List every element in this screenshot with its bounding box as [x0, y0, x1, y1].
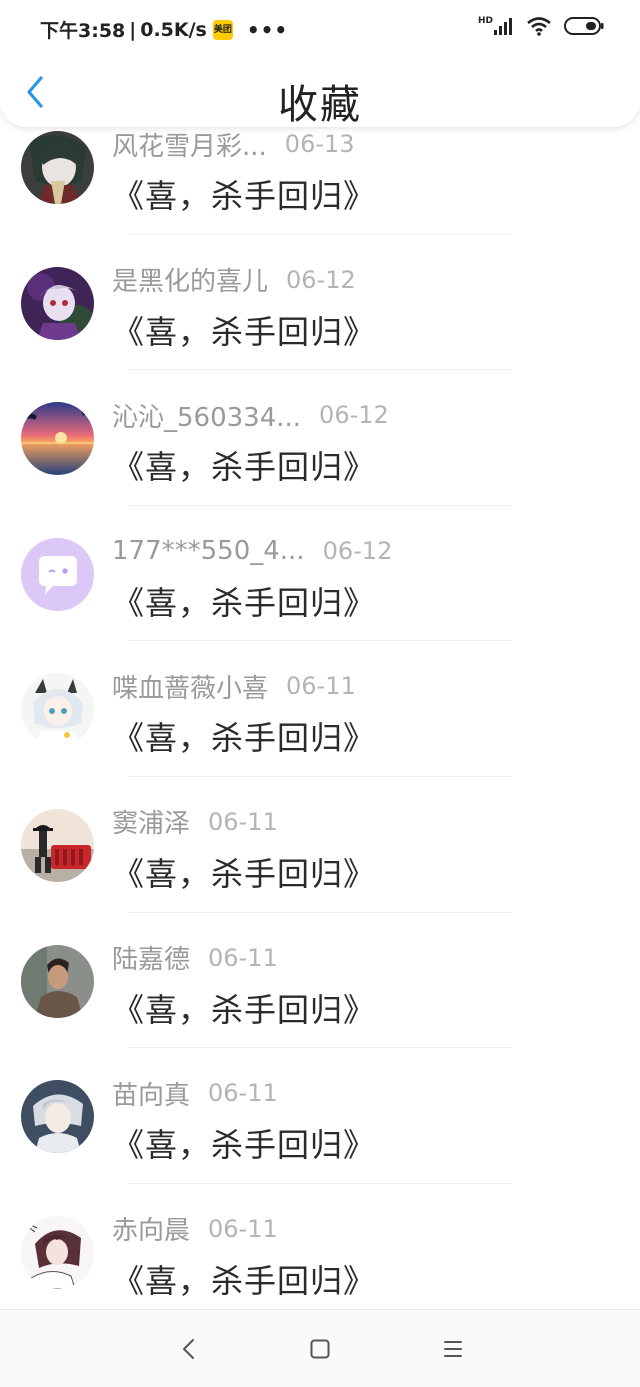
item-title[interactable]: 《喜，杀手回归》: [112, 713, 376, 759]
status-separator: |: [129, 18, 137, 41]
item-title[interactable]: 《喜，杀手回归》: [112, 985, 376, 1031]
user-name[interactable]: 赤向晨: [112, 1210, 190, 1247]
item-title[interactable]: 《喜，杀手回归》: [112, 578, 376, 624]
user-name[interactable]: 窦浦泽: [112, 803, 190, 840]
default-chat-avatar-icon: [21, 537, 94, 611]
avatar[interactable]: [21, 266, 94, 340]
item-meta: 窦浦泽 06-11: [112, 803, 278, 840]
list-item[interactable]: 赤向晨 06-11 《喜，杀手回归》: [0, 1184, 640, 1320]
user-name[interactable]: 风花雪月彩...: [112, 126, 267, 163]
avatar[interactable]: [21, 1215, 94, 1289]
item-date: 06-13: [284, 130, 355, 158]
list-item[interactable]: 窦浦泽 06-11 《喜，杀手回归》: [0, 777, 640, 913]
wifi-icon: [527, 17, 551, 36]
user-name[interactable]: 喋血蔷薇小喜: [112, 668, 268, 705]
bottom-nav: [0, 1309, 640, 1387]
user-name[interactable]: 陆嘉德: [112, 939, 190, 976]
item-date: 06-12: [286, 265, 356, 294]
item-date: 06-11: [208, 1079, 278, 1108]
item-meta: 喋血蔷薇小喜 06-11: [112, 668, 356, 705]
avatar[interactable]: [21, 131, 94, 204]
favorites-screen: 风花雪月彩... 06-13 《喜，杀手回归》 是黑化的喜儿 06-12 《喜，…: [0, 0, 640, 1387]
item-date: 06-11: [286, 672, 356, 701]
item-date: 06-11: [208, 807, 278, 836]
list-item[interactable]: 陆嘉德 06-11 《喜，杀手回归》: [0, 913, 640, 1049]
item-meta: 陆嘉德 06-11: [112, 939, 278, 976]
item-date: 06-11: [208, 943, 278, 972]
sunset-avatar-icon: [21, 402, 94, 476]
item-meta: 风花雪月彩... 06-13: [112, 126, 355, 163]
battery-icon: [564, 17, 604, 35]
status-net-speed: 0.5K/s: [140, 18, 207, 41]
item-date: 06-12: [319, 401, 389, 430]
item-title[interactable]: 《喜，杀手回归》: [112, 849, 376, 895]
item-title[interactable]: 《喜，杀手回归》: [112, 1256, 376, 1302]
status-bar: 下午3:58 | 0.5K/s 美团 ••• HD: [0, 0, 640, 56]
meituan-icon: 美团: [212, 19, 233, 40]
menu-nav-button[interactable]: [438, 1334, 468, 1364]
status-time: 下午3:58: [40, 20, 126, 42]
status-right: HD: [478, 16, 604, 36]
status-left: 下午3:58 | 0.5K/s 美团 •••: [40, 16, 288, 43]
page-title: 收藏: [278, 82, 362, 128]
item-title[interactable]: 《喜，杀手回归》: [112, 171, 376, 217]
list-item[interactable]: 是黑化的喜儿 06-12 《喜，杀手回归》: [0, 235, 640, 371]
anime-avatar-dark-icon: [21, 131, 94, 204]
back-nav-icon: [183, 1339, 194, 1359]
item-title[interactable]: 《喜，杀手回归》: [112, 1120, 376, 1166]
anime-avatar-purple-icon: [21, 266, 94, 340]
hd-signal-icon: HD: [478, 17, 514, 35]
avatar[interactable]: [21, 944, 94, 1018]
menu-nav-icon: [444, 1341, 462, 1357]
favorites-list: 风花雪月彩... 06-13 《喜，杀手回归》 是黑化的喜儿 06-12 《喜，…: [0, 99, 640, 1319]
anime-avatar-white-icon: [21, 673, 94, 747]
user-name[interactable]: 177***550_4...: [112, 536, 305, 566]
home-nav-icon: [310, 1339, 330, 1359]
list-item[interactable]: 苗向真 06-11 《喜，杀手回归》: [0, 1048, 640, 1184]
item-date: 06-11: [208, 1214, 278, 1243]
nav-bar: 收藏: [0, 56, 640, 128]
photo-avatar-man-icon: [21, 944, 94, 1018]
user-name[interactable]: 沁沁_560334...: [112, 397, 301, 434]
avatar[interactable]: [21, 537, 94, 611]
anime-avatar-sketch-icon: [21, 1215, 94, 1289]
list-item[interactable]: 177***550_4... 06-12 《喜，杀手回归》: [0, 506, 640, 642]
item-meta: 是黑化的喜儿 06-12: [112, 261, 356, 298]
header: 下午3:58 | 0.5K/s 美团 ••• HD 收藏: [0, 0, 640, 128]
user-name[interactable]: 是黑化的喜儿: [112, 261, 268, 298]
avatar[interactable]: [21, 402, 94, 476]
hd-label: HD: [477, 16, 493, 26]
back-nav-button[interactable]: [174, 1334, 204, 1364]
anime-avatar-grey-icon: [21, 1080, 94, 1154]
more-dots-icon: •••: [246, 17, 289, 42]
item-title[interactable]: 《喜，杀手回归》: [112, 442, 376, 488]
avatar[interactable]: [21, 808, 94, 882]
item-date: 06-12: [322, 536, 393, 565]
avatar[interactable]: [21, 673, 94, 747]
item-meta: 177***550_4... 06-12: [112, 534, 392, 568]
avatar[interactable]: [21, 1080, 94, 1154]
item-meta: 沁沁_560334... 06-12: [112, 397, 389, 434]
user-name[interactable]: 苗向真: [112, 1075, 190, 1112]
item-meta: 苗向真 06-11: [112, 1075, 278, 1112]
item-title[interactable]: 《喜，杀手回归》: [112, 307, 376, 353]
photo-avatar-red-icon: [21, 808, 94, 882]
list-item[interactable]: 沁沁_560334... 06-12 《喜，杀手回归》: [0, 370, 640, 506]
list-item[interactable]: 喋血蔷薇小喜 06-11 《喜，杀手回归》: [0, 641, 640, 777]
home-nav-button[interactable]: [305, 1334, 335, 1364]
item-meta: 赤向晨 06-11: [112, 1210, 278, 1247]
